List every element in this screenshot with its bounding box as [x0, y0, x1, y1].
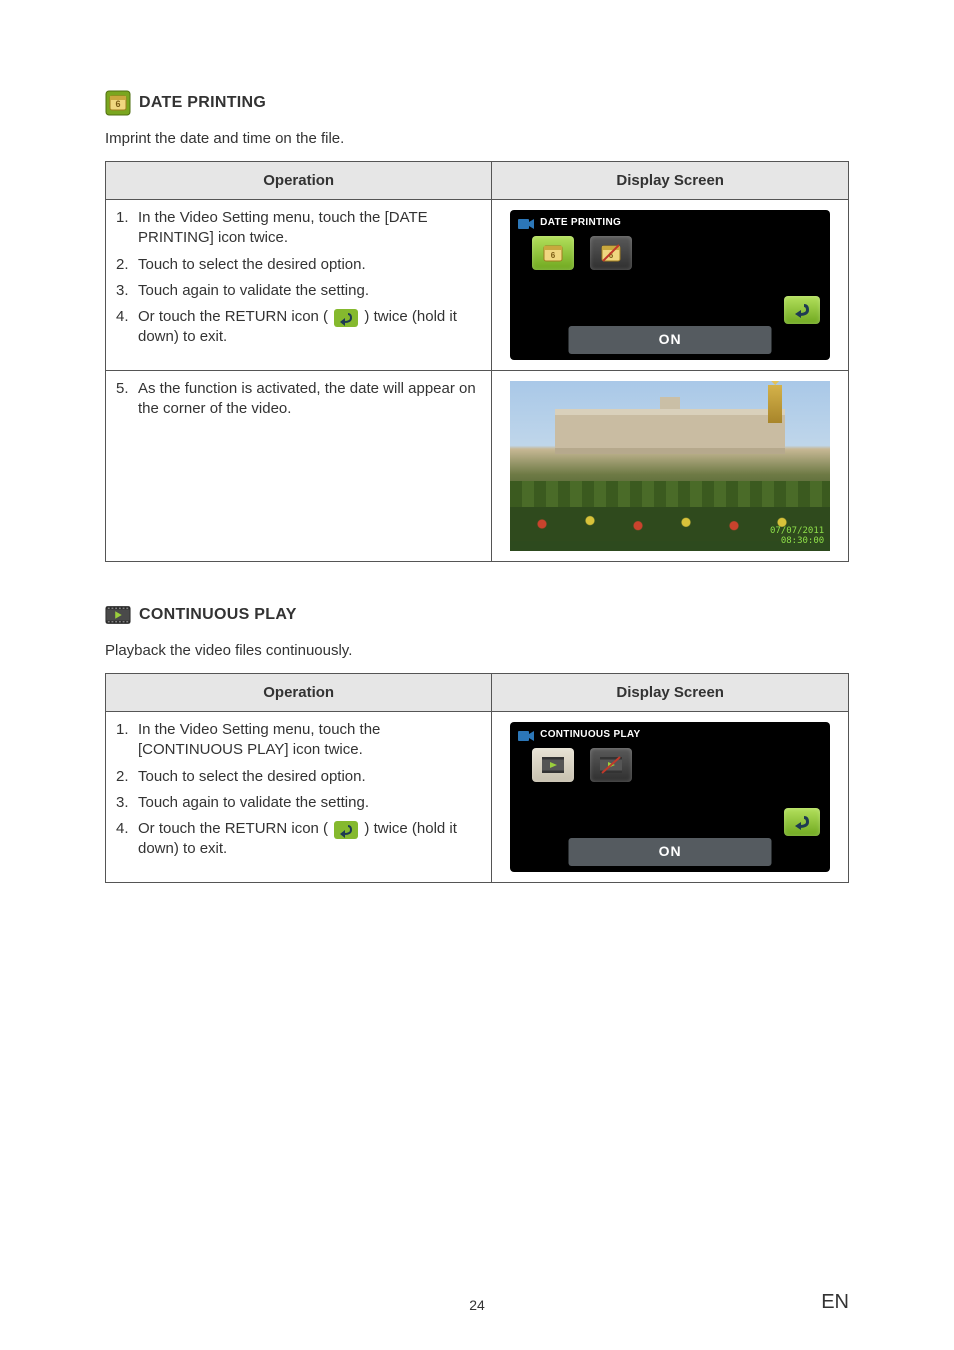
return-icon — [334, 308, 358, 326]
date-printing-table: Operation Display Screen 1. In the Video… — [105, 161, 849, 562]
col-operation: Operation — [106, 674, 492, 712]
operation-cell-2: 5. As the function is activated, the dat… — [106, 371, 492, 562]
mock-title-row: DATE PRINTING — [510, 210, 830, 232]
monument-graphic — [768, 385, 782, 423]
step-item: 4. Or touch the RETURN icon ( ) twice — [116, 819, 481, 860]
step-item: 3. Touch again to validate the setting. — [116, 793, 481, 813]
return-icon — [334, 820, 358, 838]
option-on-button[interactable]: 6 — [532, 236, 574, 270]
heading-text: CONTINUOUS PLAY — [139, 604, 297, 626]
language-mark: EN — [821, 1288, 849, 1316]
display-cell-2: 07/07/2011 08:30:00 — [492, 371, 849, 562]
option-on-button[interactable] — [532, 748, 574, 782]
return-arrow-icon — [791, 814, 813, 830]
section-heading-date-printing: 6 DATE PRINTING — [105, 90, 849, 116]
mock-option-row: 6 6 — [510, 232, 830, 270]
on-pill: ON — [569, 838, 772, 866]
continuous-play-table: Operation Display Screen 1. In the Video… — [105, 673, 849, 883]
section-heading-continuous-play: CONTINUOUS PLAY — [105, 602, 849, 628]
mock-option-row — [510, 744, 830, 782]
col-display: Display Screen — [492, 674, 849, 712]
step-item: 1. In the Video Setting menu, touch the … — [116, 720, 481, 761]
option-off-button[interactable]: 6 — [590, 236, 632, 270]
photo-preview: 07/07/2011 08:30:00 — [510, 381, 830, 551]
step-item: 4. Or touch the RETURN icon ( ) twice — [116, 307, 481, 348]
page-number: 24 — [469, 1296, 485, 1316]
intro-text-date-printing: Imprint the date and time on the file. — [105, 128, 849, 149]
return-button[interactable] — [784, 296, 820, 324]
building-graphic — [555, 409, 785, 454]
filmstrip-play-icon — [540, 754, 566, 776]
step-item: 3. Touch again to validate the setting. — [116, 281, 481, 301]
col-display: Display Screen — [492, 162, 849, 200]
svg-text:6: 6 — [115, 99, 120, 109]
video-mode-icon — [518, 728, 534, 742]
filmstrip-play-off-icon — [598, 754, 624, 776]
mock-screen-date-printing: DATE PRINTING 6 — [510, 210, 830, 360]
svg-text:6: 6 — [551, 251, 556, 260]
operation-cell-1: 1. In the Video Setting menu, touch the … — [106, 200, 492, 371]
display-cell-cp: CONTINUOUS PLAY — [492, 712, 849, 883]
date-stamp: 07/07/2011 08:30:00 — [770, 527, 824, 547]
intro-text-continuous-play: Playback the video files continuously. — [105, 640, 849, 661]
mock-title-text: CONTINUOUS PLAY — [540, 728, 640, 742]
col-operation: Operation — [106, 162, 492, 200]
video-mode-icon — [518, 216, 534, 230]
step-item: 5. As the function is activated, the dat… — [116, 379, 481, 420]
date-printing-icon: 6 — [105, 90, 131, 116]
return-arrow-icon — [791, 302, 813, 318]
step-item: 1. In the Video Setting menu, touch the … — [116, 208, 481, 249]
continuous-play-icon — [105, 602, 131, 628]
step-item: 2. Touch to select the desired option. — [116, 255, 481, 275]
on-pill: ON — [569, 326, 772, 354]
step-item: 2. Touch to select the desired option. — [116, 767, 481, 787]
display-cell-1: DATE PRINTING 6 — [492, 200, 849, 371]
mock-title-text: DATE PRINTING — [540, 216, 621, 230]
operation-cell-cp: 1. In the Video Setting menu, touch the … — [106, 712, 492, 883]
heading-text: DATE PRINTING — [139, 92, 266, 114]
calendar-on-icon: 6 — [542, 243, 564, 263]
mock-title-row: CONTINUOUS PLAY — [510, 722, 830, 744]
mock-screen-continuous-play: CONTINUOUS PLAY — [510, 722, 830, 872]
calendar-off-icon: 6 — [600, 243, 622, 263]
return-button[interactable] — [784, 808, 820, 836]
option-off-button[interactable] — [590, 748, 632, 782]
